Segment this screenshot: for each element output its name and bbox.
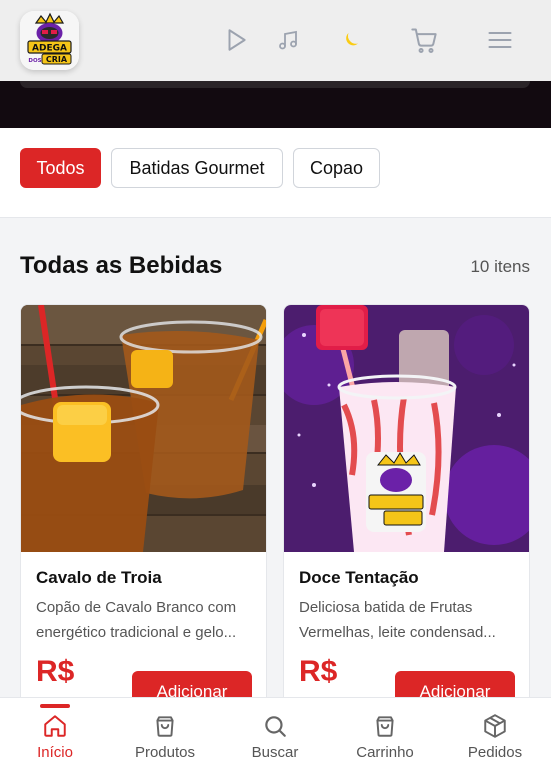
category-chip-todos[interactable]: Todos xyxy=(20,148,101,188)
cart-icon[interactable] xyxy=(410,26,438,54)
home-icon xyxy=(44,715,66,737)
product-description-line-1: Copão de Cavalo Branco com xyxy=(36,599,237,616)
nav-item-pedidos[interactable]: Pedidos xyxy=(460,698,530,778)
category-filter-bar: Todos Batidas Gourmet Copao xyxy=(0,128,551,218)
category-chip-copao[interactable]: Copao xyxy=(293,148,380,188)
bag-icon xyxy=(376,716,394,737)
logo-word-1: ADEGA xyxy=(32,44,67,54)
moon-icon[interactable] xyxy=(337,26,365,54)
nav-item-buscar[interactable]: Buscar xyxy=(240,698,310,778)
product-card-cavalo-de-troia[interactable]: Cavalo de Troia Copão de Cavalo Branco c… xyxy=(20,304,267,724)
product-name: Doce Tentação xyxy=(299,568,419,587)
product-name: Cavalo de Troia xyxy=(36,568,162,587)
nav-item-carrinho[interactable]: Carrinho xyxy=(345,698,425,778)
play-icon[interactable] xyxy=(222,26,250,54)
product-image xyxy=(21,305,266,552)
nav-item-produtos[interactable]: Produtos xyxy=(125,698,205,778)
app-header: ADEGA DOS CRIA xyxy=(0,0,551,81)
product-price: R$ xyxy=(36,655,75,688)
search-icon xyxy=(265,716,286,737)
menu-icon[interactable] xyxy=(486,26,514,54)
product-price: R$ xyxy=(299,655,338,688)
hero-banner xyxy=(0,81,551,128)
package-icon xyxy=(484,714,506,738)
nav-label: Buscar xyxy=(251,744,299,761)
product-description-line-2: Vermelhas, leite condensad... xyxy=(299,624,496,641)
nav-label: Pedidos xyxy=(467,744,523,761)
product-card-doce-tentacao[interactable]: Doce Tentação Deliciosa batida de Frutas… xyxy=(283,304,530,724)
brand-logo[interactable]: ADEGA DOS CRIA xyxy=(20,11,79,70)
brand-logo-image: ADEGA DOS CRIA xyxy=(20,11,79,70)
item-count: 10 itens xyxy=(470,257,530,276)
product-image xyxy=(284,305,529,552)
bottom-navigation: Início Produtos Buscar Carrinho Pedidos xyxy=(0,697,551,778)
nav-item-inicio[interactable]: Início xyxy=(25,698,85,778)
nav-label: Carrinho xyxy=(356,744,414,761)
logo-word-2: DOS xyxy=(28,58,41,64)
product-description-line-1: Deliciosa batida de Frutas xyxy=(299,599,473,616)
hero-banner-edge xyxy=(20,81,530,88)
section-title: Todas as Bebidas xyxy=(20,252,223,279)
shopping-bag-icon xyxy=(156,716,174,737)
music-note-icon[interactable] xyxy=(274,26,302,54)
product-description-line-2: energético tradicional e gelo... xyxy=(36,624,237,641)
category-chip-batidas-gourmet[interactable]: Batidas Gourmet xyxy=(111,148,283,188)
nav-label: Início xyxy=(37,744,73,761)
nav-label: Produtos xyxy=(134,744,196,761)
logo-word-3: CRIA xyxy=(46,55,68,64)
